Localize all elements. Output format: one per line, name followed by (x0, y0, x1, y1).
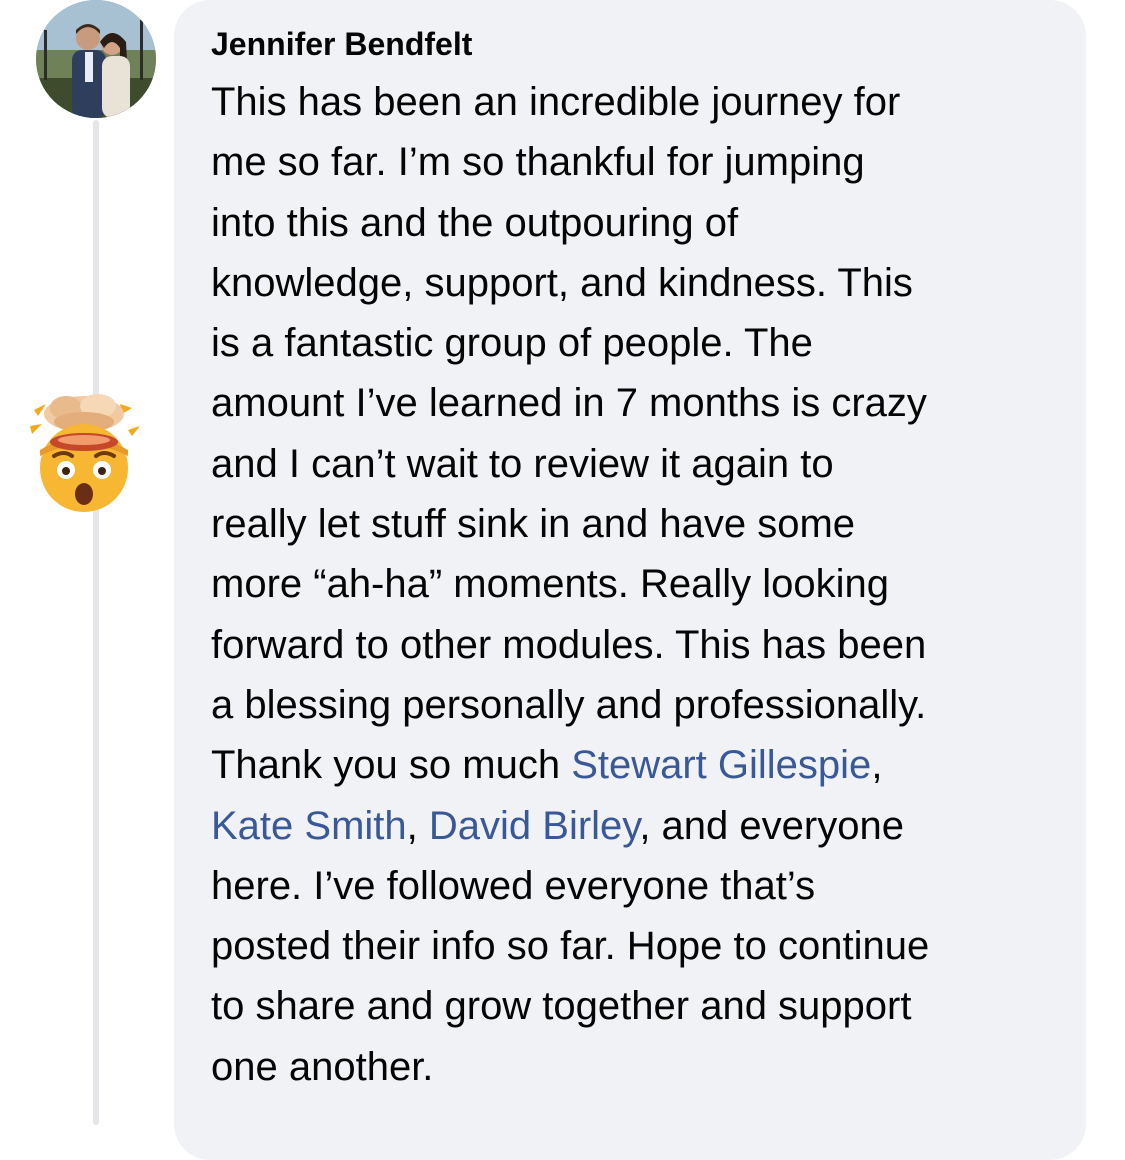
comment-line: is a fantastic group of people. The (211, 321, 813, 366)
comment-line-mentions-1: Thank you so much Stewart Gillespie, (211, 735, 1071, 795)
comment-text: This has been an incredible journey for … (211, 72, 1071, 1097)
comment-line: forward to other modules. This has been (211, 622, 927, 667)
avatar-photo-icon (36, 0, 156, 118)
comment-author-name[interactable]: Jennifer Bendfelt (211, 22, 472, 66)
comment-text-fragment: , (406, 803, 429, 848)
comment-line: a blessing personally and professionally… (211, 682, 927, 727)
mention-link-kate-smith[interactable]: Kate Smith (211, 804, 407, 848)
comment-line: one another. (211, 1044, 434, 1089)
mention-link-stewart-gillespie[interactable]: Stewart Gillespie (571, 743, 871, 787)
comment-text-fragment: , and everyone (639, 803, 904, 848)
comment-line: and I can’t wait to review it again to (211, 441, 834, 486)
comment-line: posted their info so far. Hope to contin… (211, 924, 930, 969)
comment-line: into this and the outpouring of (211, 200, 739, 245)
thread-connector-line (93, 120, 99, 1125)
comment-line: really let stuff sink in and have some (211, 502, 856, 547)
comment-line: This has been an incredible journey for (211, 80, 901, 124)
comment-line: me so far. I’m so thankful for jumping (211, 140, 865, 185)
mention-link-david-birley[interactable]: David Birley (429, 804, 639, 848)
comment-text-fragment: , (871, 743, 883, 788)
comment-line-mentions-2: Kate Smith, David Birley, and everyone (211, 796, 1071, 856)
exploding-head-emoji-icon[interactable] (24, 390, 144, 515)
profile-avatar[interactable] (36, 0, 156, 118)
comment-line: here. I’ve followed everyone that’s (211, 863, 816, 908)
comment-line: more “ah-ha” moments. Really looking (211, 562, 890, 607)
comment-text-fragment: Thank you so much (211, 743, 572, 788)
comment-line: knowledge, support, and kindness. This (211, 260, 913, 305)
comment-line: amount I’ve learned in 7 months is crazy (211, 381, 927, 426)
comment-line: to share and grow together and support (211, 984, 912, 1029)
